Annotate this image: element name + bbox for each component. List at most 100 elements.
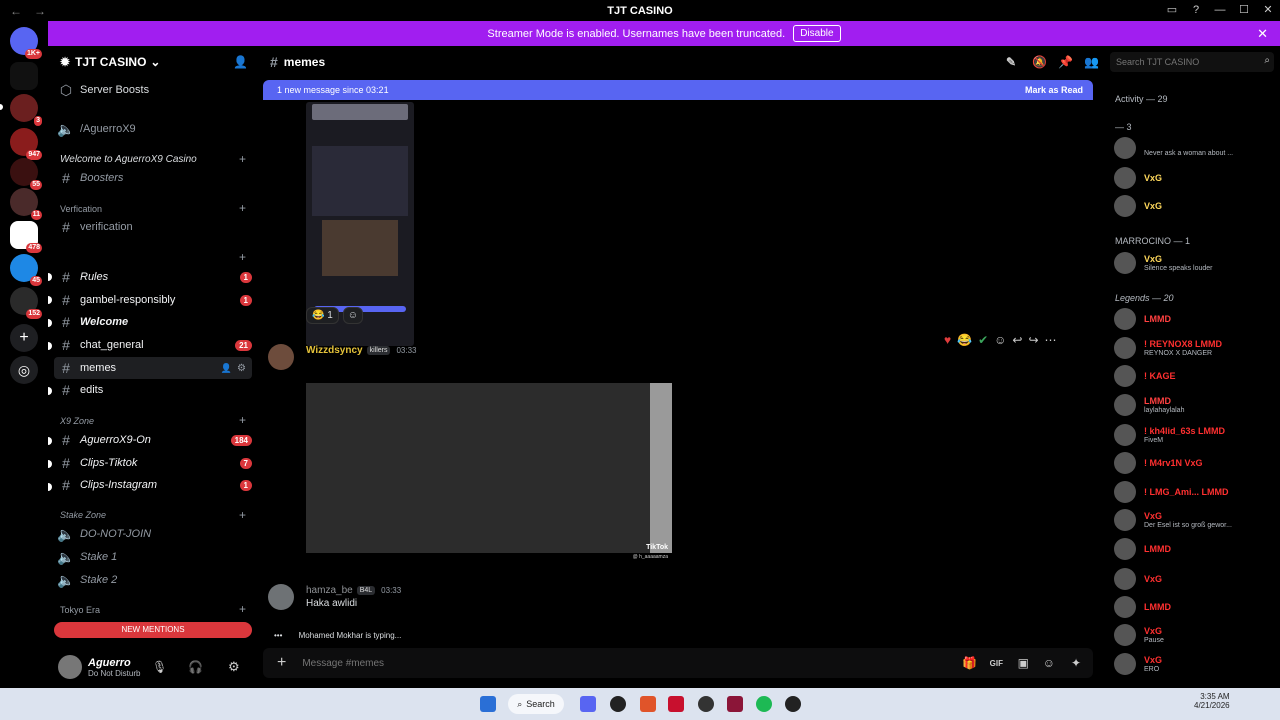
member-row[interactable]: ! REYNOX8 LMMD REYNOX X DANGER <box>1106 334 1280 362</box>
heart-reaction-icon[interactable]: ♥ <box>944 333 951 347</box>
gift-icon[interactable]: 🎁 <box>962 656 977 670</box>
add-channel-icon[interactable]: + <box>239 413 246 427</box>
member-list-icon[interactable]: 👥 <box>1084 55 1099 69</box>
add-channel-icon[interactable]: + <box>239 152 246 166</box>
discord-app-icon[interactable] <box>580 696 596 712</box>
close-icon[interactable]: ✕ <box>1257 26 1268 42</box>
member-row[interactable]: VxG <box>1106 164 1280 192</box>
microphone-icon[interactable]: 🎙 <box>152 660 167 674</box>
apps-icon[interactable]: ✦ <box>1071 656 1081 670</box>
category-tokyo-era[interactable]: Tokyo Era <box>60 605 100 615</box>
server-icon-8[interactable]: 152 <box>10 287 42 319</box>
help-icon[interactable]: ? <box>1184 0 1208 21</box>
add-server-icon[interactable]: + <box>10 324 38 352</box>
category-stake-zone[interactable]: Stake Zone <box>60 510 106 520</box>
notification-bell-icon[interactable]: 🔕 <box>1032 55 1047 69</box>
minimize-button[interactable]: — <box>1208 0 1232 21</box>
member-row[interactable]: ! M4rv1N VxG <box>1106 449 1280 477</box>
app-icon[interactable] <box>727 696 743 712</box>
channel-stake-1[interactable]: 🔈 Stake 1 <box>48 546 258 568</box>
sticker-icon[interactable]: ▣ <box>1018 656 1029 670</box>
avatar[interactable] <box>268 344 294 370</box>
avatar[interactable] <box>268 584 294 610</box>
member-row[interactable]: VxG Silence speaks louder <box>1106 249 1280 277</box>
gif-icon[interactable]: GIF <box>990 659 1003 668</box>
add-channel-icon[interactable]: + <box>239 602 246 616</box>
server-boosts[interactable]: ⬡ Server Boosts <box>48 79 258 101</box>
server-icon-2[interactable]: 3 <box>10 94 42 126</box>
maximize-button[interactable]: ☐ <box>1232 0 1256 21</box>
add-reaction-icon[interactable]: ☺ <box>994 333 1006 347</box>
new-message-bar[interactable]: 1 new message since 03:21 Mark as Read <box>263 80 1093 100</box>
member-row[interactable]: ! kh4lid_63s LMMD FiveM <box>1106 421 1280 449</box>
search-input[interactable] <box>1110 52 1274 72</box>
app-icon[interactable] <box>610 696 626 712</box>
member-row[interactable]: VxG ERO <box>1106 650 1280 678</box>
message-author[interactable]: Wizzdsyncy <box>306 345 363 356</box>
channel-stake-2[interactable]: 🔈 Stake 2 <box>48 569 258 591</box>
new-mentions-button[interactable]: NEW MENTIONS <box>54 622 252 638</box>
forward-icon[interactable]: ↪ <box>1028 333 1038 347</box>
add-channel-icon[interactable]: + <box>239 508 246 522</box>
member-row[interactable]: ! KAGE <box>1106 362 1280 390</box>
add-channel-icon[interactable]: + <box>239 201 246 215</box>
category-x9-zone[interactable]: X9 Zone <box>60 416 94 426</box>
plus-icon[interactable]: + <box>277 654 286 672</box>
emoji-icon[interactable]: ☺ <box>1043 656 1055 670</box>
app-icon[interactable] <box>785 696 801 712</box>
home-button[interactable]: 1K+ <box>10 27 42 59</box>
server-icon-5[interactable]: 11 <box>10 188 42 220</box>
channel-clips-instagram[interactable]: # Clips-Instagram 1 <box>48 474 258 496</box>
settings-gear-icon[interactable]: ⚙ <box>228 659 240 675</box>
brave-browser-icon[interactable] <box>640 696 656 712</box>
channel-voice-aguerro[interactable]: 🔈 /AguerroX9 <box>48 118 258 140</box>
member-row[interactable]: LMMD <box>1106 593 1280 621</box>
member-row[interactable]: LMMD <box>1106 535 1280 563</box>
server-icon-3[interactable]: 947 <box>10 128 42 160</box>
check-reaction-icon[interactable]: ✔ <box>978 333 988 347</box>
app-icon[interactable] <box>668 696 684 712</box>
member-row[interactable]: VxG Pause <box>1106 621 1280 649</box>
disable-button[interactable]: Disable <box>793 25 841 42</box>
member-row[interactable]: LMMD <box>1106 305 1280 333</box>
avatar[interactable] <box>58 655 82 679</box>
message-input[interactable] <box>302 657 903 669</box>
channel-do-not-join[interactable]: 🔈 DO-NOT-JOIN <box>48 523 258 545</box>
server-icon-6[interactable]: 478 <box>10 221 42 253</box>
message-author[interactable]: hamza_be <box>306 585 353 596</box>
start-icon[interactable] <box>480 696 496 712</box>
member-row[interactable]: LMMD laylahaylalah <box>1106 391 1280 419</box>
channel-rules[interactable]: # Rules 1 <box>48 266 258 288</box>
server-icon-1[interactable] <box>10 62 38 90</box>
channel-clips-tiktok[interactable]: # Clips-Tiktok 7 <box>48 452 258 474</box>
member-row[interactable]: VxG <box>1106 565 1280 593</box>
channel-verification[interactable]: # verification <box>48 216 258 238</box>
channel-aguerrox9-on[interactable]: # AguerroX9-On 184 <box>48 429 258 451</box>
channel-gambel-responsibly[interactable]: # gambel-responsibly 1 <box>48 289 258 311</box>
channel-welcome[interactable]: # Welcome <box>48 311 258 333</box>
threads-icon[interactable]: ✎ <box>1006 55 1016 69</box>
app-icon[interactable] <box>698 696 714 712</box>
channel-memes-selected[interactable]: # memes 👤 ⚙ <box>54 357 252 379</box>
channel-chat-general[interactable]: # chat_general 21 <box>48 334 258 356</box>
member-row[interactable]: VxG Der Esel ist so groß gewor... <box>1106 506 1280 534</box>
video-embed[interactable]: TikTok @ h_aaaaamza <box>306 373 672 563</box>
discover-icon[interactable]: ◎ <box>10 356 38 384</box>
laugh-reaction-icon[interactable]: 😂 <box>957 333 972 347</box>
invite-icon[interactable]: 👤 <box>221 363 232 374</box>
member-row[interactable]: VxG <box>1106 192 1280 220</box>
category-verfication[interactable]: Verfication <box>60 204 102 214</box>
reaction-laugh[interactable]: 😂 1 <box>306 307 339 324</box>
channel-boosters[interactable]: # Boosters <box>48 167 258 189</box>
server-icon-7[interactable]: 45 <box>10 254 42 286</box>
pin-icon[interactable]: 📌 <box>1058 55 1073 69</box>
server-icon-4[interactable]: 55 <box>10 158 42 190</box>
member-row[interactable]: Never ask a woman about ... <box>1106 134 1280 162</box>
gear-icon[interactable]: ⚙ <box>237 363 246 374</box>
category-welcome[interactable]: Welcome to AguerroX9 Casino <box>60 154 197 165</box>
inbox-icon[interactable]: ▭ <box>1160 0 1184 21</box>
add-reaction-icon[interactable]: ☺ <box>342 307 364 324</box>
reply-icon[interactable]: ↩ <box>1012 333 1022 347</box>
taskbar-search[interactable]: ⌕ Search <box>508 694 564 714</box>
server-header[interactable]: ✹ TJT CASINO ⌄ 👤 <box>48 46 258 78</box>
